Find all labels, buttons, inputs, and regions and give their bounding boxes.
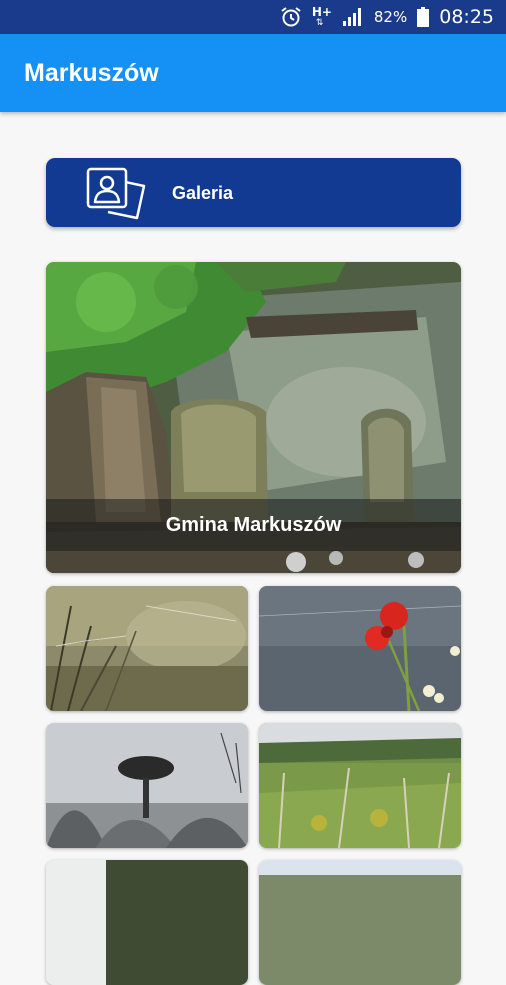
gallery-photo (259, 860, 461, 985)
meadow-photo (259, 723, 461, 848)
gallery-tile[interactable] (259, 586, 461, 711)
gallery-photo (46, 860, 248, 985)
app-bar: Markuszów (0, 34, 506, 112)
app-title: Markuszów (24, 59, 159, 87)
gallery-button-label: Galeria (172, 183, 234, 203)
grass-photo (46, 586, 248, 711)
gallery-icon (86, 166, 148, 225)
alarm-icon (280, 6, 302, 28)
network-type-icon: H+ ⇅ (311, 5, 332, 28)
gallery-tile[interactable] (46, 723, 248, 848)
clock: 08:25 (439, 6, 494, 28)
gallery-button[interactable]: Galeria (46, 158, 461, 227)
signal-icon (342, 7, 364, 27)
gallery-tile[interactable] (46, 860, 248, 985)
hero-caption: Gmina Markuszów (165, 514, 342, 536)
stork-nest-photo (46, 723, 248, 848)
poppy-photo (259, 586, 461, 711)
hero-card[interactable]: Gmina Markuszów (46, 262, 461, 573)
gallery-tile[interactable] (46, 586, 248, 711)
battery-icon (417, 7, 430, 27)
gallery-tile[interactable] (259, 723, 461, 848)
status-bar: H+ ⇅ 82% 08:25 (0, 0, 506, 34)
gallery-tile[interactable] (259, 860, 461, 985)
battery-percent: 82% (373, 8, 408, 26)
